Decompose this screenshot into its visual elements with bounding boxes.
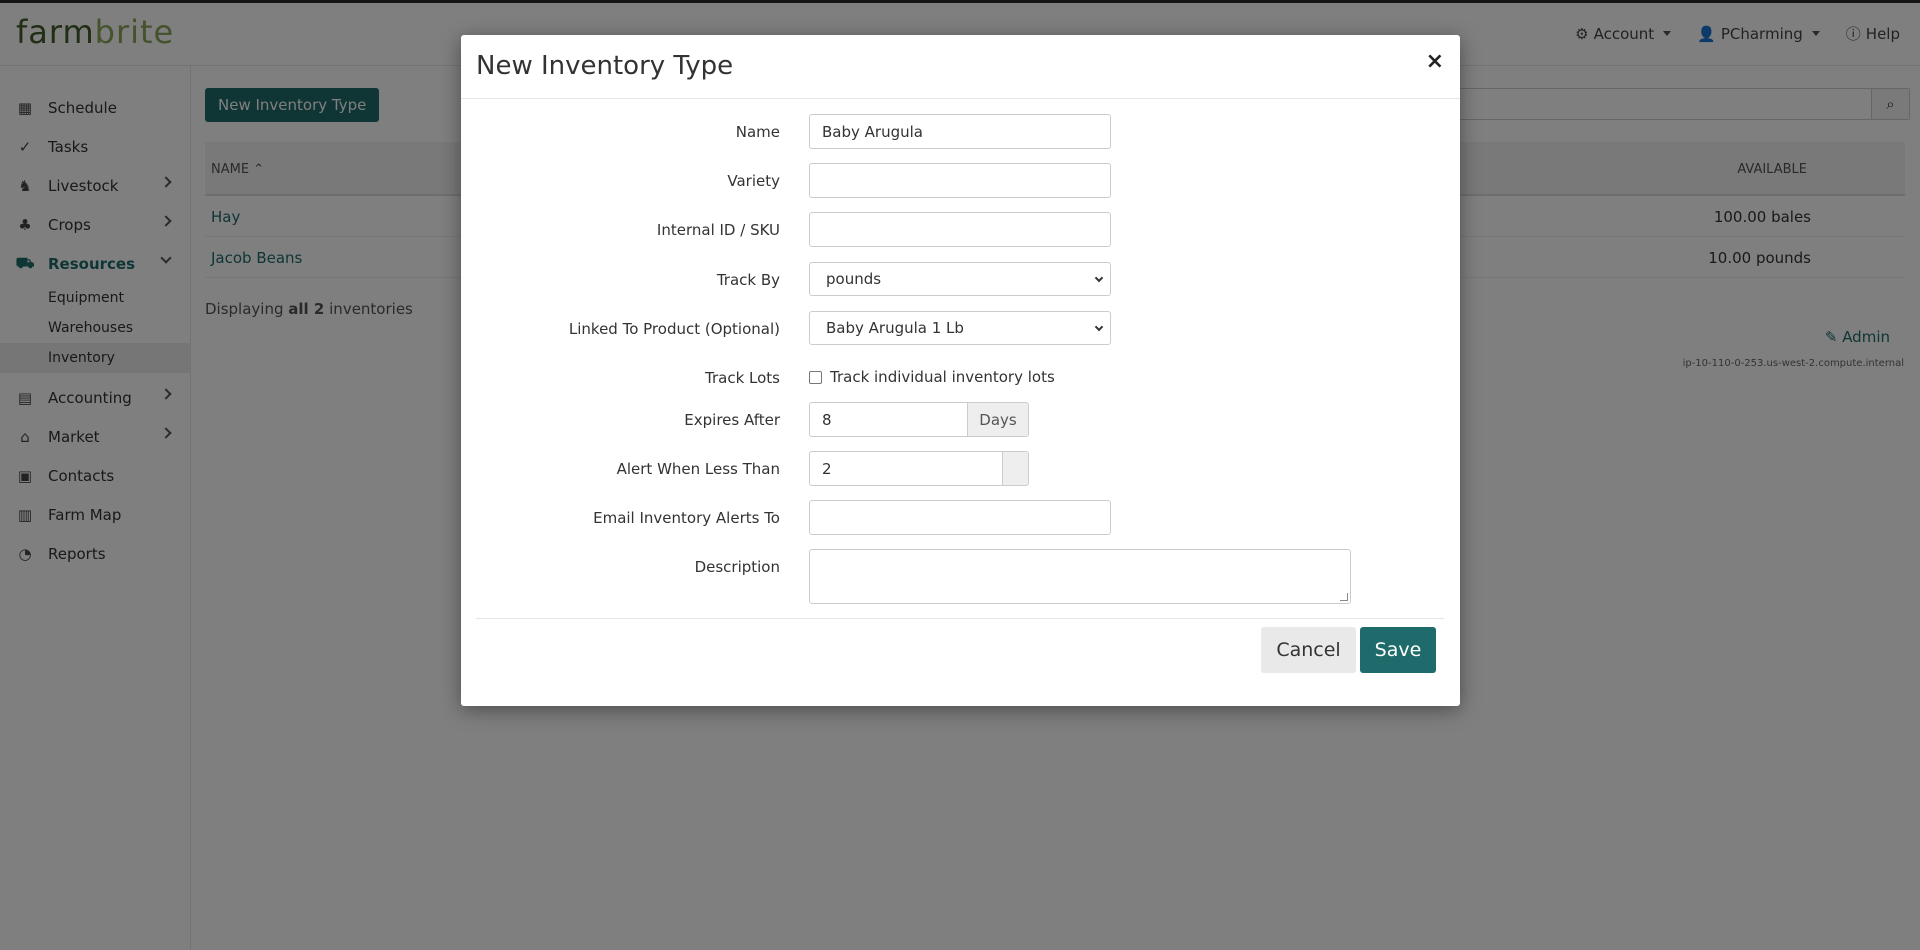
linked-product-row: Linked To Product (Optional) Baby Arugul… bbox=[461, 311, 1460, 347]
expires-label: Expires After bbox=[684, 411, 780, 429]
sku-row: Internal ID / SKU bbox=[461, 212, 1460, 248]
sku-label: Internal ID / SKU bbox=[656, 221, 780, 239]
track-lots-checkbox[interactable] bbox=[809, 370, 822, 384]
track-lots-option[interactable]: Track individual inventory lots bbox=[809, 368, 1055, 386]
cancel-button[interactable]: Cancel bbox=[1261, 627, 1356, 673]
track-lots-label: Track Lots bbox=[705, 369, 780, 387]
expires-unit: Days bbox=[968, 402, 1029, 437]
description-row: Description bbox=[461, 549, 1460, 605]
track-by-value: pounds bbox=[826, 270, 882, 288]
expires-field[interactable]: 8 bbox=[809, 402, 968, 437]
name-row: Name Baby Arugula bbox=[461, 114, 1460, 150]
alert-row: Alert When Less Than 2 bbox=[461, 451, 1460, 487]
description-label: Description bbox=[694, 558, 780, 576]
variety-field[interactable] bbox=[809, 163, 1111, 198]
name-field[interactable]: Baby Arugula bbox=[809, 114, 1111, 149]
email-alerts-field[interactable] bbox=[809, 500, 1111, 535]
resize-handle-icon[interactable] bbox=[1340, 593, 1348, 601]
modal-title: New Inventory Type bbox=[476, 51, 734, 81]
alert-unit-addon bbox=[1003, 451, 1029, 486]
sku-field[interactable] bbox=[809, 212, 1111, 247]
track-by-label: Track By bbox=[716, 271, 780, 289]
new-inventory-type-modal: New Inventory Type × Name Baby Arugula V… bbox=[461, 35, 1460, 706]
linked-product-value: Baby Arugula 1 Lb bbox=[826, 319, 964, 337]
track-by-row: Track By pounds bbox=[461, 262, 1460, 298]
linked-product-select[interactable]: Baby Arugula 1 Lb bbox=[809, 311, 1111, 345]
name-label: Name bbox=[735, 123, 780, 141]
email-alerts-label: Email Inventory Alerts To bbox=[593, 509, 780, 527]
track-by-select[interactable]: pounds bbox=[809, 262, 1111, 296]
alert-threshold-field[interactable]: 2 bbox=[809, 451, 1003, 486]
track-lots-row: Track Lots Track individual inventory lo… bbox=[461, 360, 1460, 396]
expires-row: Expires After 8 Days bbox=[461, 402, 1460, 438]
alert-group: 2 bbox=[809, 451, 1029, 486]
email-alerts-row: Email Inventory Alerts To bbox=[461, 500, 1460, 536]
chevron-down-icon bbox=[1094, 322, 1104, 332]
modal-footer-divider bbox=[476, 618, 1444, 619]
track-lots-text: Track individual inventory lots bbox=[830, 368, 1055, 386]
variety-row: Variety bbox=[461, 163, 1460, 199]
variety-label: Variety bbox=[727, 172, 780, 190]
description-field[interactable] bbox=[809, 549, 1351, 604]
save-button[interactable]: Save bbox=[1360, 627, 1436, 673]
linked-product-label: Linked To Product (Optional) bbox=[568, 320, 780, 338]
close-icon[interactable]: × bbox=[1426, 49, 1444, 74]
chevron-down-icon bbox=[1094, 273, 1104, 283]
modal-header: New Inventory Type × bbox=[461, 35, 1460, 99]
alert-label: Alert When Less Than bbox=[616, 460, 780, 478]
expires-group: 8 Days bbox=[809, 402, 1029, 437]
